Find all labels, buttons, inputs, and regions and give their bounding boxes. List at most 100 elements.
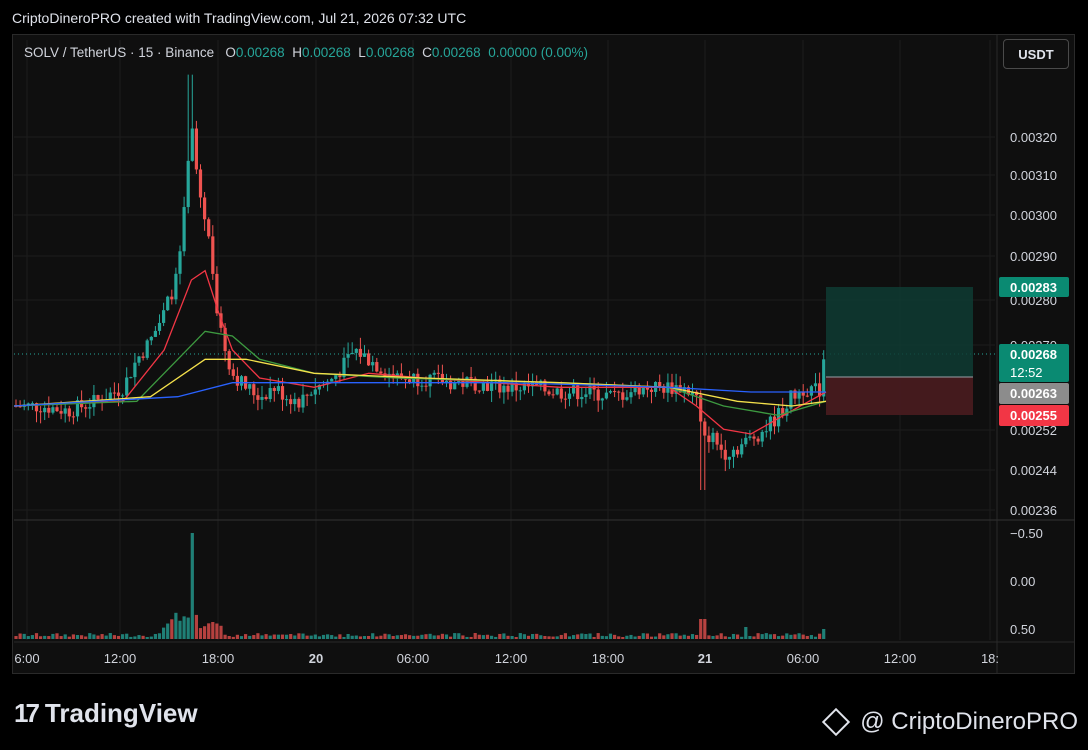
volume-bar: [690, 634, 695, 639]
y-tick-label: 0.00290: [1010, 249, 1057, 264]
volume-bar: [674, 633, 678, 639]
volume-bar: [485, 634, 490, 639]
candle-body: [736, 449, 740, 455]
candle-body: [248, 384, 252, 389]
volume-bar: [436, 635, 440, 639]
volume-bar: [543, 635, 547, 639]
candle-body: [625, 397, 629, 400]
volume-bar: [662, 635, 666, 639]
volume-bar: [346, 633, 350, 639]
candle-body: [752, 436, 756, 439]
volume-bar: [432, 635, 436, 639]
candle-body: [231, 369, 235, 376]
volume-bar: [289, 634, 293, 639]
volume-bar: [748, 636, 752, 639]
volume-bar: [342, 636, 346, 639]
candle-body: [584, 394, 588, 397]
volume-bar: [551, 636, 555, 639]
volume-bar: [559, 634, 563, 639]
volume-bar: [207, 623, 211, 639]
stop-price-text: 0.00255: [1010, 408, 1057, 423]
candle-body: [600, 398, 604, 401]
volume-bar: [145, 636, 149, 639]
volume-bar: [301, 633, 305, 639]
candle-body: [547, 391, 551, 395]
volume-bar: [75, 635, 80, 639]
candle-body: [289, 399, 293, 405]
candle-body: [731, 449, 736, 457]
x-tick-label: 12:00: [884, 651, 917, 666]
volume-bar: [813, 636, 818, 639]
volume-bar: [522, 634, 526, 639]
author-name: @ CriptoDineroPRO: [860, 708, 1078, 735]
candle-body: [567, 393, 572, 399]
candle-body: [235, 375, 239, 386]
volume-bar: [563, 633, 567, 639]
candle-body: [420, 385, 424, 387]
volume-bar: [264, 634, 268, 639]
candle-body: [719, 444, 723, 450]
volume-bar: [121, 634, 125, 639]
candle-body: [334, 375, 338, 379]
high-label: H: [292, 45, 302, 60]
candle-body: [293, 398, 297, 405]
volume-bar: [805, 635, 809, 639]
candle-body: [51, 407, 55, 413]
candle-body: [813, 383, 818, 387]
volume-bar: [379, 635, 383, 639]
volume-bar: [408, 635, 412, 639]
candle-body: [260, 396, 264, 400]
x-tick-label: 06:00: [397, 651, 430, 666]
volume-bar: [625, 635, 629, 639]
x-tick-label: 6:00: [14, 651, 39, 666]
y-tick-label: 0.00300: [1010, 208, 1057, 223]
countdown-text: 12:52: [1010, 365, 1043, 380]
volume-bar: [768, 634, 772, 639]
open-label: O: [225, 45, 236, 60]
candle-body: [162, 310, 166, 323]
candle-body: [178, 251, 182, 274]
volume-bar: [789, 634, 793, 639]
candle-body: [809, 386, 813, 396]
volume-bar: [321, 634, 326, 639]
price-chart-svg[interactable]: 0.003200.003100.003000.002900.002800.002…: [0, 0, 1088, 750]
candle-body: [301, 394, 305, 408]
volume-bar: [760, 634, 764, 639]
volume-bar: [473, 633, 477, 639]
volume-bar: [219, 625, 223, 639]
volume-bar: [326, 634, 330, 639]
volume-bar: [699, 619, 703, 639]
volume-bar: [592, 636, 596, 639]
volume-bar: [793, 634, 797, 639]
candle-body: [43, 407, 47, 413]
candle-body: [63, 408, 67, 414]
volume-bar: [526, 635, 531, 639]
volume-bar: [211, 621, 215, 639]
candle-body: [371, 362, 375, 366]
volume-bar: [572, 635, 576, 639]
volume-bar: [666, 634, 670, 639]
candle-body: [137, 356, 141, 363]
volume-bar: [14, 636, 18, 639]
candle-body: [506, 385, 510, 392]
candle-body: [649, 389, 654, 392]
volume-bar: [465, 636, 469, 639]
volume-bar: [383, 633, 387, 639]
candle-body: [272, 388, 276, 391]
volume-bar: [637, 635, 641, 639]
volume-bar: [354, 635, 358, 639]
volume-bar: [695, 634, 699, 639]
volume-bar: [43, 635, 47, 639]
tradingview-logo[interactable]: 17 TradingView: [14, 698, 198, 729]
candle-body: [764, 431, 768, 433]
candle-body: [252, 384, 256, 396]
candle-body: [658, 382, 662, 387]
candle-body: [297, 398, 301, 408]
candle-body: [157, 322, 162, 331]
author-signature[interactable]: @ CriptoDineroPRO: [822, 707, 1078, 737]
candle-body: [596, 389, 600, 401]
currency-button[interactable]: USDT: [1003, 39, 1069, 69]
candle-body: [559, 388, 563, 399]
volume-bar: [727, 636, 731, 639]
symbol-label[interactable]: SOLV / TetherUS · 15 · Binance: [24, 45, 214, 60]
